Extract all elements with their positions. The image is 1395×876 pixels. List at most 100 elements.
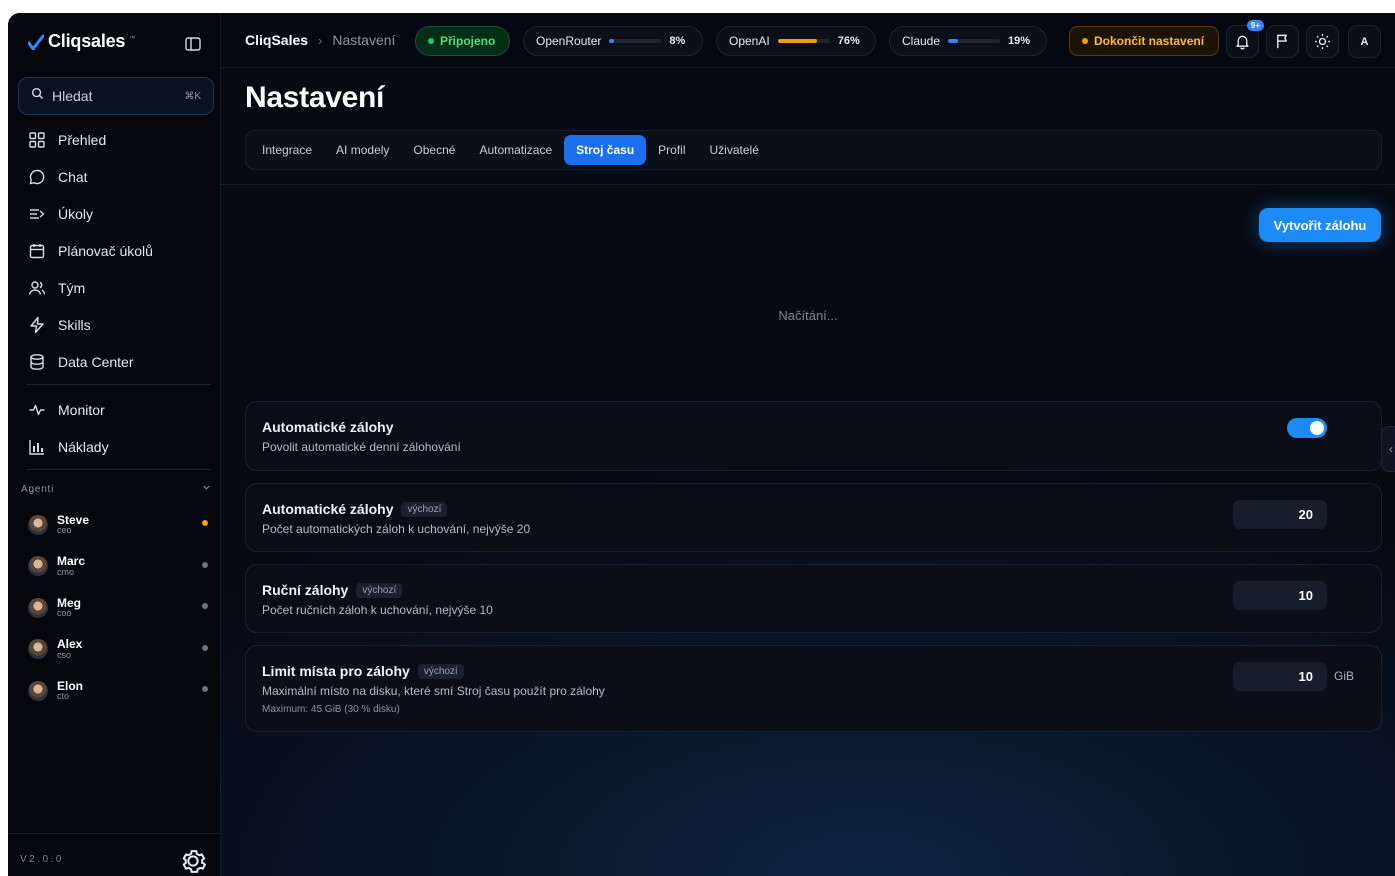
sidebar-item-label: Úkoly [58, 205, 94, 222]
tab-stroj-casu[interactable]: Stroj času [564, 135, 647, 165]
status-dot [428, 38, 434, 44]
manual-backup-count-card: Ruční zálohy výchozí Počet ručních záloh… [245, 564, 1382, 633]
agent-role: cmo [57, 566, 75, 577]
tab-uzivatele[interactable]: Uživatelé [698, 135, 771, 165]
search-input[interactable] [52, 88, 172, 104]
theme-toggle-button[interactable] [1306, 25, 1339, 58]
agent-marc[interactable]: Marc cmo [18, 546, 212, 588]
tab-automatizace[interactable]: Automatizace [467, 135, 564, 165]
notification-count-badge: 9+ [1246, 20, 1264, 31]
tab-profil[interactable]: Profil [646, 135, 697, 165]
bar-chart-icon [29, 439, 44, 455]
sidebar-item-label: Náklady [58, 438, 109, 455]
search-shortcut: ⌘K [184, 90, 201, 102]
header-divider [221, 184, 1395, 185]
chat-bubble-icon [29, 169, 45, 184]
sidebar-item-data-center[interactable]: Data Center [18, 343, 212, 380]
tab-obecne[interactable]: Obecné [401, 135, 467, 165]
bell-icon [1236, 35, 1249, 50]
breadcrumb-app[interactable]: CliqSales [245, 32, 308, 48]
connection-status-badge: Připojeno [415, 26, 510, 56]
provider-usage-claude[interactable]: Claude 19% [889, 26, 1047, 56]
main-content: CliqSales › Nastavení Připojeno OpenRout… [221, 13, 1395, 876]
agent-meg[interactable]: Meg coo [18, 587, 212, 629]
setting-note: Maximum: 45 GiB (30 % disku) [262, 704, 400, 715]
sidebar-item-prehled[interactable]: Přehled [18, 121, 212, 158]
default-tag: výchozí [401, 501, 448, 517]
sidebar-item-chat[interactable]: Chat [18, 158, 212, 195]
agent-info: Marc cmo [57, 555, 85, 577]
sidebar-item-ukoly[interactable]: Úkoly [18, 195, 212, 232]
usage-meter [777, 39, 830, 43]
sidebar-collapse-icon[interactable] [184, 35, 202, 53]
usage-percent: 19% [1008, 35, 1031, 47]
agents-section-header[interactable]: Agenti [21, 483, 211, 495]
grid-icon [29, 131, 45, 148]
brand-logo[interactable]: Cliqsales ™ [27, 31, 136, 52]
sidebar-item-planovac[interactable]: Plánovač úkolů [18, 232, 212, 269]
sidebar-nav: Přehled Chat Úkoly Plánovač úkolů Tým Sk… [18, 121, 212, 476]
setting-description: Maximální místo na disku, které smí Stro… [262, 684, 605, 698]
provider-usage-openrouter[interactable]: OpenRouter 8% [523, 26, 703, 56]
sidebar-item-label: Skills [58, 316, 91, 333]
manual-backup-count-input[interactable]: 10 [1233, 581, 1327, 610]
sidebar-item-label: Data Center [58, 353, 134, 370]
loading-text: Načítání... [778, 308, 838, 323]
gear-icon[interactable] [177, 845, 209, 876]
tab-integrace[interactable]: Integrace [250, 135, 324, 165]
finish-setup-button[interactable]: Dokončit nastavení [1069, 26, 1219, 56]
sidebar-item-naklady[interactable]: Náklady [18, 428, 212, 465]
warning-dot [1082, 38, 1088, 44]
auto-backup-count-input[interactable]: 20 [1233, 500, 1327, 529]
chevron-down-icon[interactable] [202, 483, 211, 495]
sidebar-footer: V2.0.0 [8, 833, 221, 876]
agent-role: cso [57, 649, 72, 660]
agent-status-dot [202, 561, 208, 568]
agent-alex[interactable]: Alex cso [18, 629, 212, 671]
sidebar-item-tym[interactable]: Tým [18, 269, 212, 306]
backup-space-limit-input[interactable]: 10 [1233, 662, 1327, 691]
setting-description: Povolit automatické denní zálohování [262, 440, 461, 454]
breadcrumb-page: Nastavení [332, 32, 396, 48]
breadcrumb: CliqSales › Nastavení [245, 32, 395, 48]
sidebar-item-label: Tým [58, 279, 86, 296]
finish-setup-label: Dokončit nastavení [1094, 34, 1205, 48]
tasks-icon [30, 208, 45, 219]
agent-status-dot [202, 520, 208, 526]
backup-space-limit-card: Limit místa pro zálohy výchozí Maximální… [245, 645, 1382, 732]
auto-backup-toggle[interactable] [1287, 418, 1327, 438]
agent-steve[interactable]: Steve ceo [18, 504, 212, 546]
avatar [28, 514, 48, 535]
create-backup-button[interactable]: Vytvořit zálohu [1259, 208, 1381, 242]
usage-meter [948, 39, 1001, 43]
agent-info: Alex cso [57, 638, 82, 660]
usage-meter-fill [948, 39, 958, 43]
app-version: V2.0.0 [20, 854, 64, 865]
agent-status-dot [202, 603, 208, 609]
feedback-flag-button[interactable] [1266, 25, 1299, 58]
side-panel-handle[interactable]: ‹ [1381, 426, 1395, 472]
avatar [28, 639, 48, 660]
sidebar: Cliqsales ™ ⌘K Přehled Chat Úkoly [8, 13, 221, 876]
agent-role: coo [57, 608, 72, 619]
default-tag: výchozí [356, 582, 403, 598]
provider-usage-openai[interactable]: OpenAI 76% [716, 26, 876, 56]
search-box[interactable]: ⌘K [18, 77, 214, 115]
app-window: Cliqsales ™ ⌘K Přehled Chat Úkoly [8, 13, 1395, 876]
sidebar-item-skills[interactable]: Skills [18, 306, 212, 343]
agent-elon[interactable]: Elon cto [18, 670, 212, 712]
chevron-right-icon: › [318, 32, 323, 48]
unit-label: GiB [1333, 669, 1354, 683]
sidebar-item-monitor[interactable]: Monitor [18, 391, 212, 428]
agent-name: Marc [57, 554, 86, 569]
notifications-button[interactable]: 9+ [1226, 20, 1264, 58]
provider-name: OpenRouter [536, 34, 602, 48]
usage-percent: 76% [837, 35, 860, 47]
setting-title: Ruční zálohy výchozí [262, 582, 403, 598]
tab-ai-modely[interactable]: AI modely [324, 135, 401, 165]
provider-name: OpenAI [729, 34, 770, 48]
user-avatar-button[interactable]: A [1348, 25, 1381, 58]
setting-title: Automatické zálohy výchozí [262, 501, 448, 517]
usage-meter-fill [609, 39, 614, 43]
brand-trademark: ™ [129, 35, 136, 42]
